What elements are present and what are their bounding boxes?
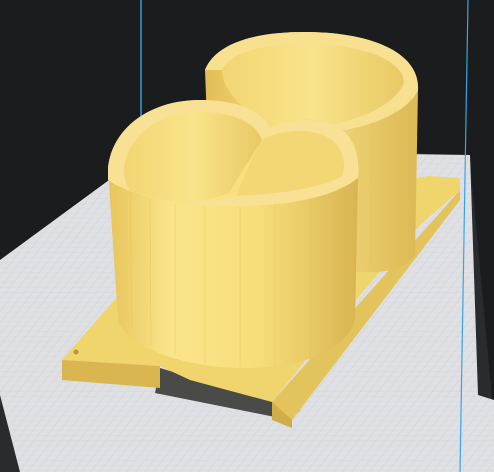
mount-hole-left <box>73 349 79 355</box>
viewport-canvas[interactable] <box>0 0 494 472</box>
3d-viewport[interactable] <box>0 0 494 472</box>
